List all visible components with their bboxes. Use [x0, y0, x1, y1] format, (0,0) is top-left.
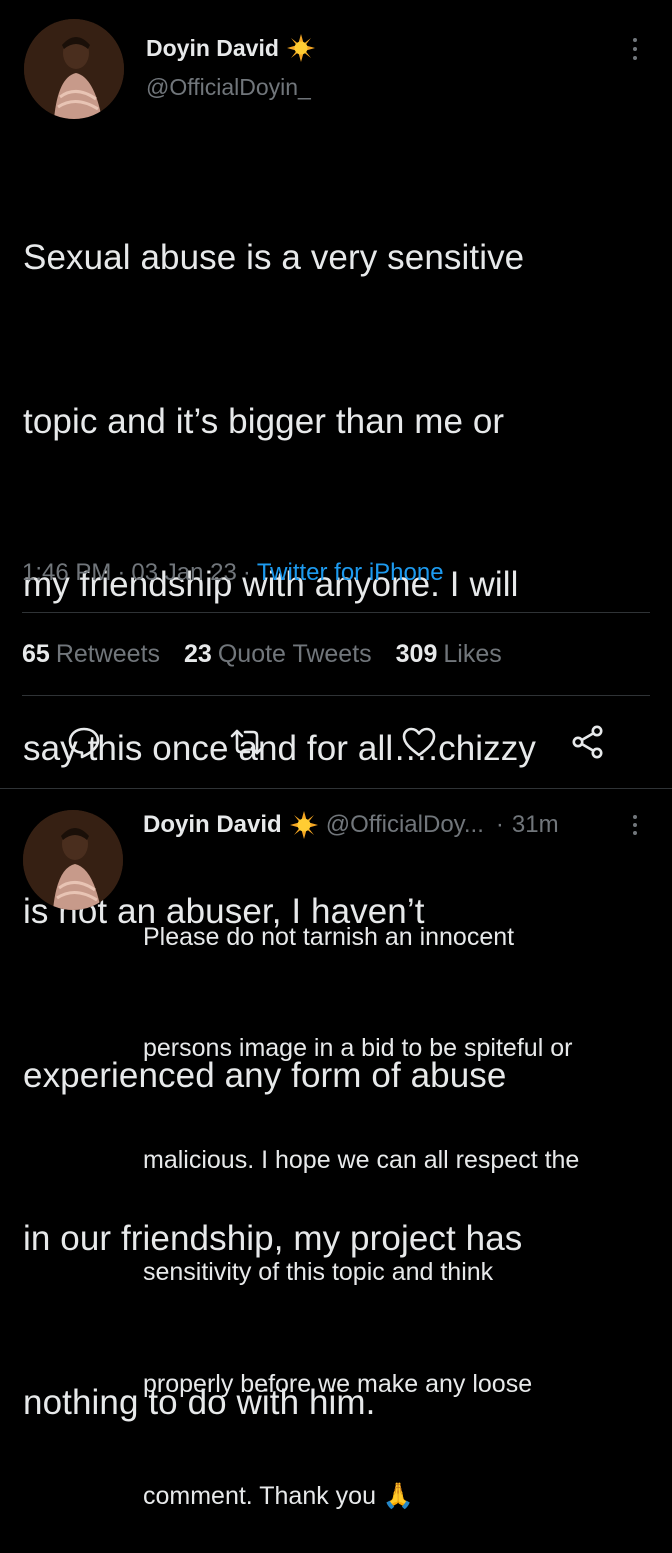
reply-display-name[interactable]: Doyin David [143, 811, 282, 839]
divider [0, 788, 672, 789]
reply-button[interactable] [66, 724, 102, 765]
reply-text-line: sensitivity of this topic and think [143, 1258, 494, 1287]
likes-label: Likes [443, 640, 502, 668]
display-name[interactable]: Doyin David [146, 35, 279, 62]
reply-text-line: persons image in a bid to be spiteful or [143, 1034, 573, 1063]
reply-text-line: comment. Thank you 🙏 [143, 1482, 415, 1511]
sun-emoji-icon [289, 811, 318, 839]
tweet-text-line: Sexual abuse is a very sensitive [23, 238, 525, 277]
tweet-date[interactable]: 03 Jan 23 [131, 559, 236, 587]
avatar[interactable] [24, 19, 124, 119]
quote-tweets-stat[interactable]: 23 Quote Tweets [184, 640, 372, 669]
more-vertical-icon[interactable] [630, 815, 640, 835]
meta-separator: · [117, 559, 126, 586]
retweet-button[interactable] [229, 724, 265, 765]
likes-count: 309 [395, 640, 438, 668]
reply-text: Please do not tarnish an innocent person… [143, 844, 663, 1553]
divider [22, 695, 650, 696]
reply-handle[interactable]: @OfficialDoy... [326, 811, 484, 839]
user-handle[interactable]: @OfficialDoyin_ [146, 74, 311, 101]
like-icon [402, 727, 436, 757]
reply-time[interactable]: 31m [512, 811, 559, 839]
divider [22, 612, 650, 613]
retweets-label: Retweets [55, 640, 161, 668]
tweet-time[interactable]: 1:46 PM [22, 559, 111, 587]
tweet-meta: 1:46 PM · 03 Jan 23 · Twitter for iPhone [22, 559, 444, 587]
reply-text-line: properly before we make any loose [143, 1370, 533, 1399]
reply-text-line: Please do not tarnish an innocent [143, 922, 515, 951]
reply-header: Doyin David @OfficialDoy... · 31m [143, 811, 559, 839]
retweets-count: 65 [22, 640, 50, 668]
share-button[interactable] [570, 724, 606, 765]
quote-tweets-label: Quote Tweets [217, 640, 372, 668]
retweet-icon [230, 729, 264, 755]
tweet-source-link[interactable]: Twitter for iPhone [257, 559, 444, 587]
quote-tweets-count: 23 [184, 640, 212, 668]
tweet-text-line: say this once and for all….chizzy [23, 728, 536, 768]
like-button[interactable] [401, 724, 437, 765]
engagement-stats: 65 Retweets 23 Quote Tweets 309 Likes [22, 640, 502, 669]
reply-avatar[interactable] [23, 810, 123, 910]
share-icon [572, 725, 603, 759]
retweets-stat[interactable]: 65 Retweets [22, 640, 160, 669]
meta-separator: · [495, 811, 504, 838]
sun-emoji-icon [286, 34, 315, 62]
reply-icon [68, 727, 100, 759]
more-vertical-icon[interactable] [630, 38, 640, 60]
tweet-text-line: topic and it’s bigger than me or [23, 401, 505, 441]
likes-stat[interactable]: 309 Likes [396, 640, 502, 669]
reply-text-line: malicious. I hope we can all respect the [143, 1146, 580, 1175]
meta-separator: · [242, 559, 251, 586]
